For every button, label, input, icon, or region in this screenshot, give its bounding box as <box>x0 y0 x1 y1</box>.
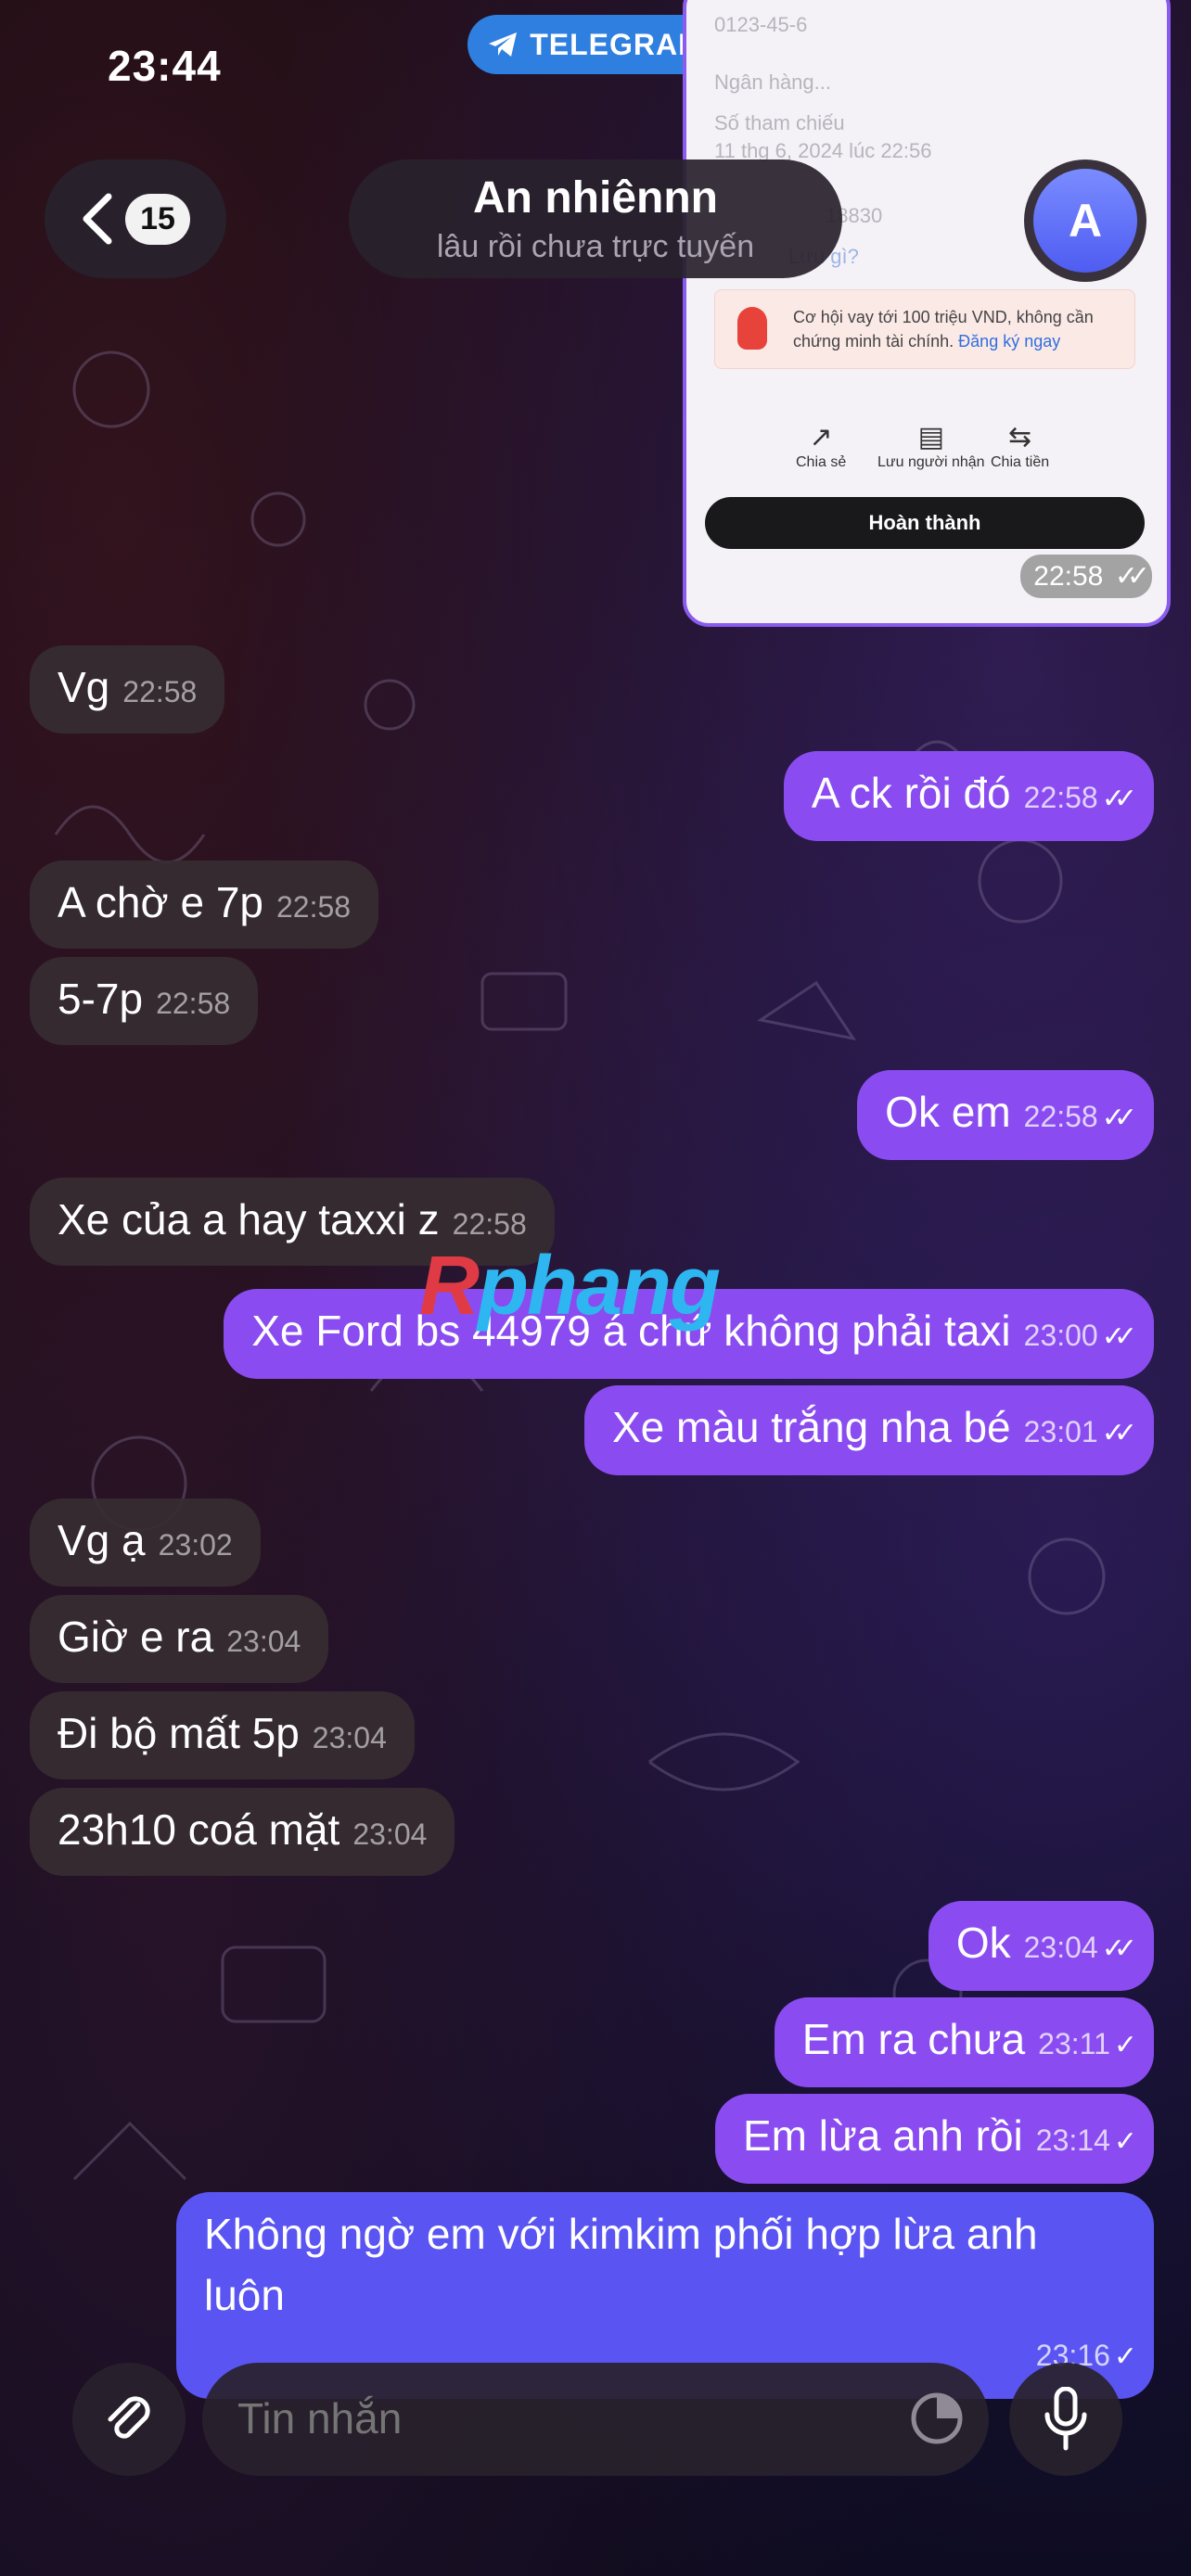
save-recipient-label: Lưu người nhận <box>877 454 985 470</box>
read-ticks-icon: ✓✓ <box>1101 1933 1137 1964</box>
telegram-banner-label: TELEGRAM <box>530 27 704 61</box>
message-incoming[interactable]: 5-7p 22:58 <box>30 957 259 1045</box>
status-time: 23:44 <box>108 42 222 90</box>
split-money-label: Chia tiền <box>991 454 1050 470</box>
message-incoming[interactable]: Vg ạ 23:02 <box>30 1498 261 1587</box>
message-time: 23:04 <box>312 1721 387 1754</box>
microphone-button[interactable] <box>1009 2363 1122 2476</box>
unread-count-badge: 15 <box>125 193 190 245</box>
contact-name: An nhiênnn <box>473 173 718 223</box>
message-time: 23:04 <box>352 1817 428 1851</box>
message-outgoing[interactable]: Ok em 22:58 ✓✓ <box>857 1070 1154 1160</box>
message-input[interactable] <box>236 2392 907 2444</box>
message-outgoing[interactable]: Em lừa anh rồi 23:14 ✓ <box>714 2094 1154 2184</box>
avatar-button[interactable]: A <box>1024 159 1146 282</box>
message-time: 22:58 <box>452 1207 527 1241</box>
share-label: Chia sẻ <box>796 454 847 470</box>
message-time: 22:58 <box>156 987 231 1020</box>
message-incoming[interactable]: Giờ e ra 23:04 <box>30 1595 329 1683</box>
read-ticks-icon: ✓ <box>1113 2126 1137 2157</box>
message-time: 23:02 <box>158 1528 233 1562</box>
message-input-container[interactable] <box>202 2363 989 2476</box>
message-incoming[interactable]: 23h10 coá mặt 23:04 <box>30 1788 455 1876</box>
back-button[interactable]: 15 <box>45 159 226 278</box>
document-icon: ▤ <box>917 422 944 453</box>
microphone-icon <box>1044 2387 1087 2451</box>
money-bag-icon <box>737 307 767 350</box>
contact-status: lâu rồi chưa trực tuyến <box>436 229 755 264</box>
receipt-text: Số tham chiếu <box>714 111 845 134</box>
receipt-text: Ngân hàng... <box>714 70 831 94</box>
message-time: 23:11 <box>1038 2027 1110 2060</box>
message-incoming[interactable]: Đi bộ mất 5p 23:04 <box>30 1691 415 1779</box>
share-action[interactable]: ↗ Chia sẻ <box>796 421 846 471</box>
read-ticks-icon: ✓✓ <box>1101 1103 1137 1133</box>
message-time: 22:58 <box>275 890 352 924</box>
read-ticks-icon: ✓✓ <box>1101 784 1137 814</box>
message-time: 23:01 <box>1023 1415 1098 1448</box>
save-recipient-action[interactable]: ▤ Lưu người nhận <box>877 421 985 471</box>
telegram-icon <box>489 32 518 57</box>
message-time: 22:58 ✓✓ <box>1020 555 1152 598</box>
message-outgoing[interactable]: A ck rồi đó 22:58 ✓✓ <box>783 751 1154 841</box>
split-money-action[interactable]: ⇆ Chia tiền <box>991 421 1049 471</box>
message-time: 23:04 <box>1023 1931 1098 1964</box>
message-time: 23:04 <box>226 1625 301 1658</box>
message-outgoing[interactable]: Xe màu trắng nha bé 23:01 ✓✓ <box>584 1385 1154 1475</box>
message-time: 22:58 <box>1023 1100 1098 1133</box>
watermark-logo: Rphang <box>419 1240 721 1333</box>
image-message[interactable]: 0123-45-6 Ngân hàng... Số tham chiếu 11 … <box>683 0 1171 627</box>
loan-banner[interactable]: Cơ hội vay tới 100 triệu VND, không cần … <box>714 289 1135 369</box>
read-ticks-icon: ✓✓ <box>1101 1418 1137 1448</box>
register-link[interactable]: Đăng ký ngay <box>958 332 1060 351</box>
read-ticks-icon: ✓✓ <box>1101 1321 1137 1352</box>
read-ticks-icon: ✓ <box>1113 2341 1137 2372</box>
chevron-left-icon <box>83 193 112 245</box>
split-icon: ⇆ <box>1008 422 1032 453</box>
done-button[interactable]: Hoàn thành <box>705 497 1145 549</box>
message-outgoing[interactable]: Ok 23:04 ✓✓ <box>928 1901 1154 1991</box>
read-ticks-icon: ✓✓ <box>1114 561 1150 592</box>
message-incoming[interactable]: Vg 22:58 <box>30 645 225 733</box>
read-ticks-icon: ✓ <box>1113 2030 1137 2060</box>
share-icon: ↗ <box>809 422 833 453</box>
receipt-text: 0123-45-6 <box>714 13 808 36</box>
attach-button[interactable] <box>72 2363 186 2476</box>
message-time: 23:00 <box>1023 1319 1098 1352</box>
chat-title[interactable]: An nhiênnn lâu rồi chưa trực tuyến <box>349 159 842 278</box>
message-time: 22:58 <box>122 675 198 708</box>
message-time: 22:58 <box>1023 781 1098 814</box>
sticker-icon[interactable] <box>909 2391 965 2446</box>
message-time: 23:14 <box>1035 2123 1110 2157</box>
paperclip-icon <box>108 2396 150 2439</box>
message-outgoing[interactable]: Em ra chưa 23:11 ✓ <box>774 1997 1154 2087</box>
avatar: A <box>1033 169 1137 273</box>
message-incoming[interactable]: A chờ e 7p 22:58 <box>30 861 379 949</box>
